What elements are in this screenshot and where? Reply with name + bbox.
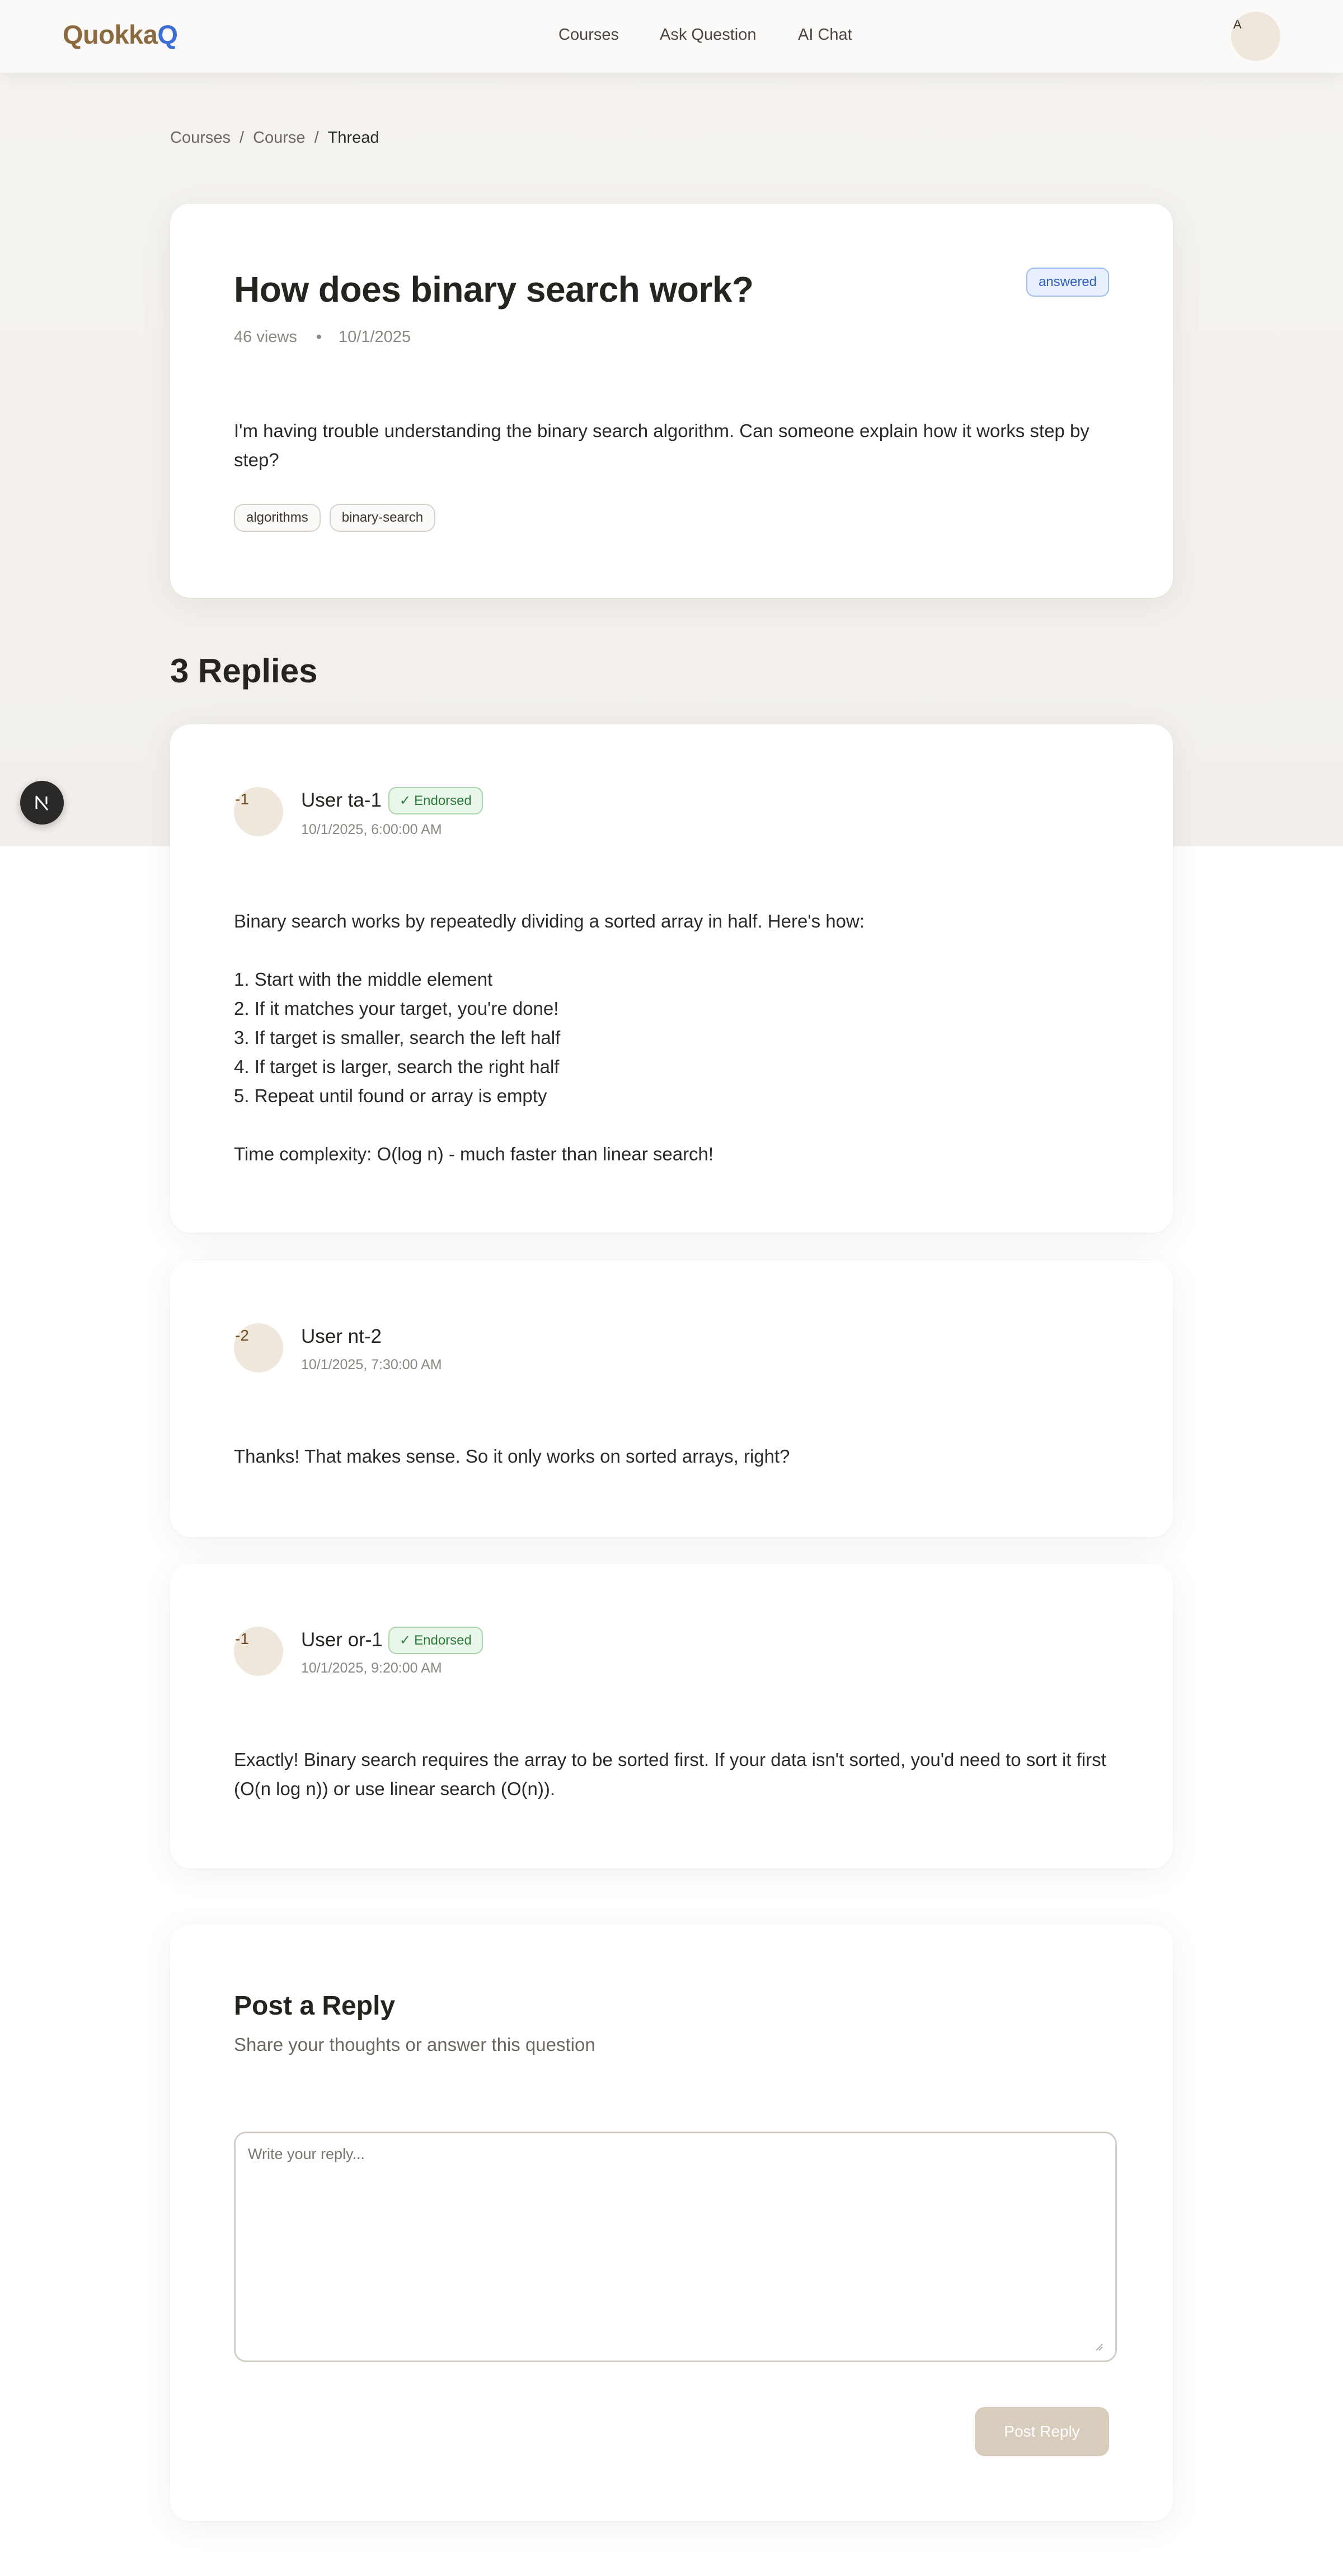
meta-separator: • (316, 328, 322, 346)
tag-binary-search[interactable]: binary-search (329, 504, 436, 532)
reply-timestamp: 10/1/2025, 9:20:00 AM (301, 1660, 442, 1676)
nav-link-ai-chat[interactable]: AI Chat (798, 26, 852, 44)
tag-algorithms[interactable]: algorithms (234, 504, 321, 532)
reply-body: Exactly! Binary search requires the arra… (234, 1749, 1106, 1799)
replies-heading: 3 Replies (170, 652, 318, 690)
user-avatar-initial: A (1233, 17, 1242, 31)
nav-link-courses[interactable]: Courses (558, 26, 619, 44)
endorsed-label: Endorsed (414, 1633, 472, 1648)
reply-avatar-text: -1 (235, 1630, 249, 1647)
reply-timestamp: 10/1/2025, 6:00:00 AM (301, 822, 442, 837)
app-logo[interactable]: QuokkaQ (63, 19, 178, 50)
reply-avatar: -2 (234, 1323, 283, 1373)
reply-textarea[interactable] (234, 2132, 1117, 2362)
breadcrumb-separator: / (314, 129, 319, 147)
endorsed-badge: ✓ Endorsed (388, 1627, 483, 1654)
reply-body: Binary search works by repeatedly dividi… (234, 911, 865, 1164)
reply-avatar: -1 (234, 787, 283, 836)
question-date: 10/1/2025 (338, 328, 411, 346)
post-reply-button[interactable]: Post Reply (975, 2407, 1109, 2456)
reply-body: Thanks! That makes sense. So it only wor… (234, 1446, 790, 1467)
breadcrumb: Courses / Course / Thread (170, 129, 379, 147)
resize-handle-icon[interactable] (1095, 2343, 1103, 2351)
post-reply-subtitle: Share your thoughts or answer this quest… (234, 2034, 595, 2055)
breadcrumb-thread: Thread (327, 129, 379, 147)
endorsed-label: Endorsed (414, 793, 472, 808)
logo-text-accent: Q (157, 20, 178, 49)
nav-link-ask-question[interactable]: Ask Question (660, 26, 756, 44)
breadcrumb-course[interactable]: Course (253, 129, 306, 147)
endorsed-badge: ✓ Endorsed (388, 787, 483, 814)
question-meta: 46 views • 10/1/2025 (234, 328, 411, 346)
reply-avatar-text: -2 (235, 1327, 249, 1344)
tag-list: algorithms binary-search (234, 504, 444, 532)
reply-author: User nt-2 (301, 1326, 382, 1347)
n-logo-glyph (35, 795, 49, 811)
post-reply-title: Post a Reply (234, 1991, 396, 2021)
breadcrumb-courses[interactable]: Courses (170, 129, 231, 147)
reply-card: -1 User or-1 ✓ Endorsed 10/1/2025, 9:20:0… (170, 1564, 1173, 1868)
check-icon: ✓ (400, 1633, 411, 1648)
view-count: 46 views (234, 328, 297, 346)
question-title: How does binary search work? (234, 269, 754, 310)
top-navbar: QuokkaQ Courses Ask Question AI Chat A (0, 0, 1343, 73)
logo-text-main: Quokka (63, 20, 158, 49)
next-logo-icon[interactable] (20, 781, 64, 825)
question-body: I'm having trouble understanding the bin… (234, 420, 1090, 470)
reply-timestamp: 10/1/2025, 7:30:00 AM (301, 1357, 442, 1373)
reply-author: User or-1 (301, 1629, 383, 1651)
question-card: How does binary search work? answered 46… (170, 204, 1173, 598)
status-badge: answered (1026, 268, 1109, 297)
post-reply-card: Post a Reply Share your thoughts or answ… (170, 1924, 1173, 2521)
reply-card: -1 User ta-1 ✓ Endorsed 10/1/2025, 6:00:0… (170, 724, 1173, 1233)
reply-avatar: -1 (234, 1627, 283, 1676)
check-icon: ✓ (400, 793, 411, 808)
reply-author: User ta-1 (301, 789, 382, 811)
reply-avatar-text: -1 (235, 790, 249, 808)
user-avatar[interactable]: A (1231, 12, 1280, 61)
reply-card: -2 User nt-2 10/1/2025, 7:30:00 AM Thank… (170, 1261, 1173, 1537)
breadcrumb-separator: / (240, 129, 245, 147)
